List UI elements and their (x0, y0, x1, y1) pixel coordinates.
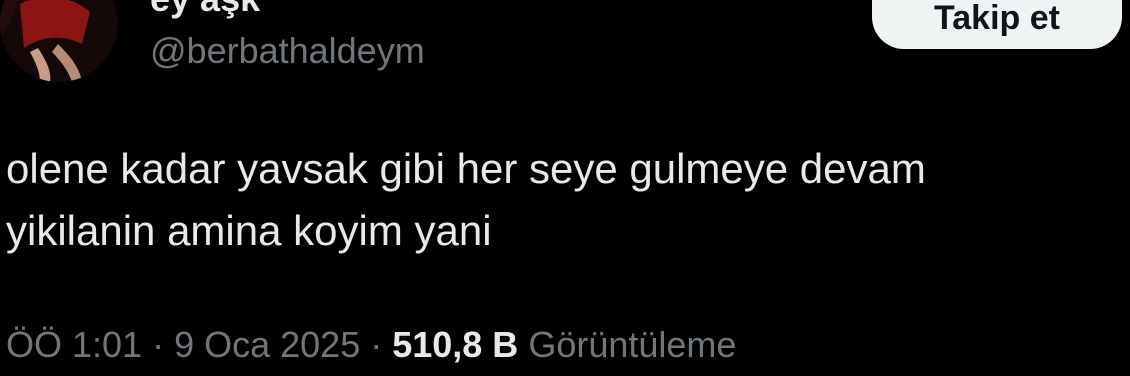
meta-separator: · (152, 324, 165, 365)
tweet-time[interactable]: ÖÖ 1:01 (6, 324, 142, 366)
avatar-image (0, 0, 118, 82)
views-count[interactable]: 510,8 B (392, 324, 518, 366)
tweet-text-line: yikilanin amina koyim yani (6, 207, 492, 254)
views-label[interactable]: Görüntüleme (528, 324, 736, 366)
tweet-date[interactable]: 9 Oca 2025 (174, 324, 360, 366)
tweet-meta: ÖÖ 1:01 · 9 Oca 2025 · 510,8 B Görüntüle… (6, 324, 736, 366)
avatar[interactable] (0, 0, 118, 82)
follow-button-label: Takip et (934, 0, 1060, 37)
tweet-card: ey aşk @berbathaldeym Takip et olene kad… (0, 0, 1130, 376)
tweet-text-line: olene kadar yavsak gibi her seye gulmeye… (6, 145, 926, 192)
author-display-name[interactable]: ey aşk (150, 0, 260, 20)
author-handle[interactable]: @berbathaldeym (150, 30, 425, 72)
tweet-text: olene kadar yavsak gibi her seye gulmeye… (6, 138, 1130, 262)
follow-button[interactable]: Takip et (872, 0, 1122, 49)
meta-separator: · (370, 324, 383, 365)
